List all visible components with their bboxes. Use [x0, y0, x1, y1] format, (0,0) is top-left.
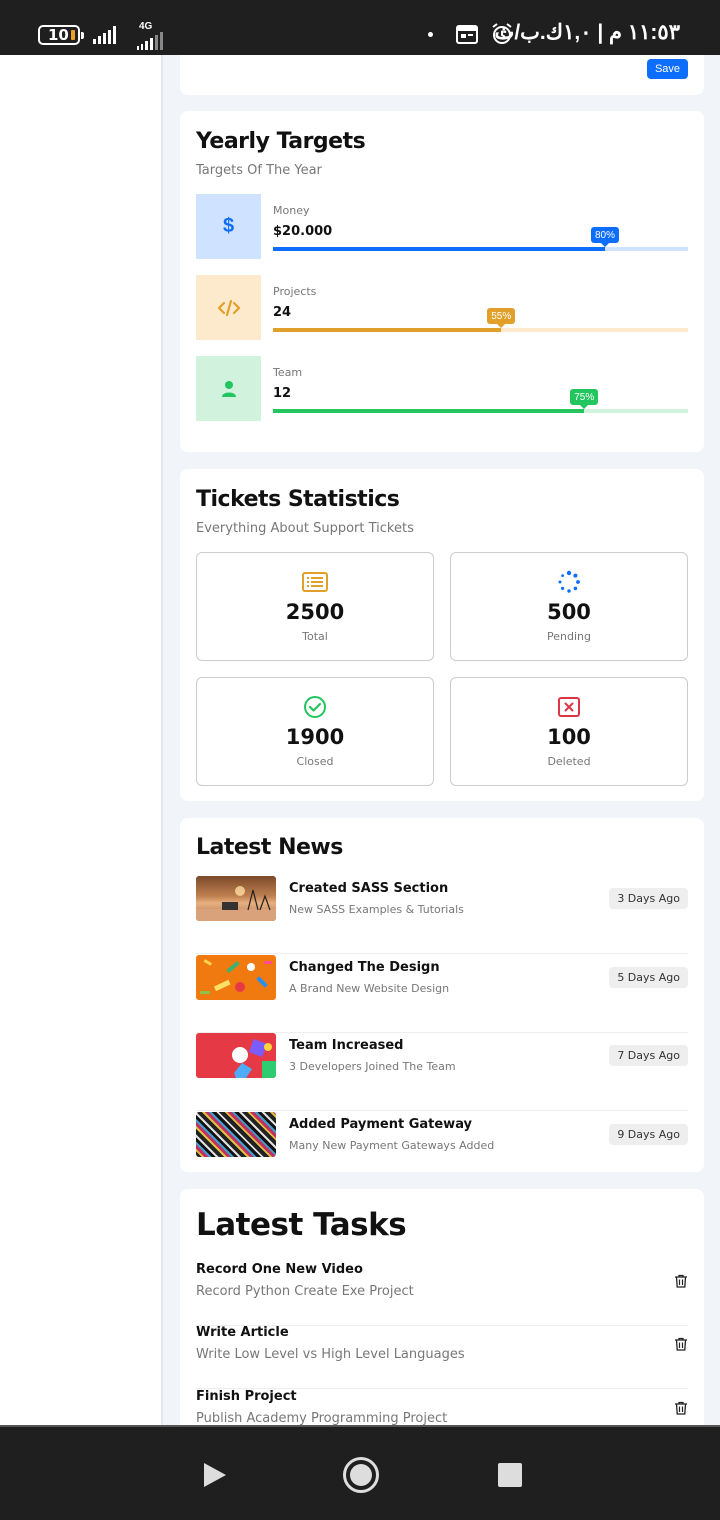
percent-badge: 55% [487, 308, 516, 328]
x-square-icon [556, 694, 582, 720]
battery-icon: 10 [38, 25, 84, 45]
ticket-label: Closed [296, 755, 334, 768]
news-description: Many New Payment Gateways Added [289, 1139, 495, 1152]
news-date-badge: 7 Days Ago [609, 1045, 688, 1066]
news-description: 3 Developers Joined The Team [289, 1060, 456, 1073]
news-title: Changed The Design [289, 960, 440, 975]
news-thumbnail [196, 955, 276, 1000]
status-bar: 10 4G ١١:٥٣ م | ١,٠ك.ب/ث [0, 0, 720, 55]
news-title: Created SASS Section [289, 881, 449, 896]
sidebar-panel [0, 55, 163, 1425]
signal-4g-icon [137, 30, 163, 50]
ticket-label: Total [302, 630, 328, 643]
news-item[interactable]: Changed The Design A Brand New Website D… [196, 955, 688, 1033]
ticket-stat-pending: 500 Pending [450, 552, 688, 661]
card-title: Latest Tasks [196, 1207, 407, 1243]
latest-news-card: Latest News Created SASS Section New SAS… [180, 818, 704, 1172]
trash-icon[interactable] [674, 1401, 688, 1415]
news-thumbnail [196, 1112, 276, 1157]
target-row-money: $ Money $20.000 80% [196, 194, 688, 259]
ticket-label: Pending [547, 630, 591, 643]
news-title: Added Payment Gateway [289, 1117, 473, 1132]
news-title: Team Increased [289, 1038, 404, 1053]
progress-track: 75% [273, 389, 688, 413]
target-row-team: Team 12 75% [196, 356, 688, 421]
card-title: Tickets Statistics [196, 487, 400, 512]
task-title: Write Article [196, 1325, 289, 1340]
task-item: Record One New Video Record Python Creat… [196, 1262, 688, 1326]
settings-card: Save [180, 55, 704, 95]
user-icon [221, 380, 236, 397]
progress-fill [273, 328, 502, 332]
calendar-icon [456, 25, 478, 44]
recent-apps-button[interactable] [498, 1463, 522, 1487]
task-description: Publish Academy Programming Project [196, 1411, 448, 1425]
check-circle-icon [302, 694, 328, 720]
ticket-label: Deleted [547, 755, 591, 768]
task-item: Finish Project Publish Academy Programmi… [196, 1389, 688, 1425]
spinner-icon [556, 569, 582, 595]
card-title: Yearly Targets [196, 129, 366, 154]
percent-badge: 75% [570, 389, 599, 409]
ticket-stat-total: 2500 Total [196, 552, 434, 661]
target-label: Team [273, 366, 303, 379]
ticket-number: 2500 [285, 600, 345, 624]
card-subtitle: Everything About Support Tickets [196, 521, 414, 536]
dollar-icon: $ [222, 215, 235, 237]
progress-fill [273, 247, 605, 251]
task-title: Finish Project [196, 1389, 297, 1404]
tickets-statistics-card: Tickets Statistics Everything About Supp… [180, 469, 704, 801]
target-row-projects: Projects 24 55% [196, 275, 688, 340]
news-date-badge: 5 Days Ago [609, 967, 688, 988]
ticket-number: 500 [547, 600, 591, 624]
card-subtitle: Targets Of The Year [196, 163, 322, 178]
notification-dot [428, 32, 433, 37]
home-button[interactable] [343, 1457, 379, 1493]
ticket-stat-closed: 1900 Closed [196, 677, 434, 786]
ticket-stat-deleted: 100 Deleted [450, 677, 688, 786]
task-item: Write Article Write Low Level vs High Le… [196, 1325, 688, 1389]
back-icon[interactable] [203, 1462, 227, 1488]
target-label: Projects [273, 285, 317, 298]
news-date-badge: 9 Days Ago [609, 1124, 688, 1145]
news-description: A Brand New Website Design [289, 982, 450, 995]
progress-track: 80% [273, 227, 688, 251]
news-item[interactable]: Created SASS Section New SASS Examples &… [196, 876, 688, 954]
target-label: Money [273, 204, 310, 217]
news-item[interactable]: Team Increased 3 Developers Joined The T… [196, 1033, 688, 1111]
news-description: New SASS Examples & Tutorials [289, 903, 464, 916]
target-value: $20.000 [273, 224, 333, 239]
target-icon-box [196, 275, 261, 340]
ticket-number: 100 [547, 725, 591, 749]
target-icon-box [196, 356, 261, 421]
trash-icon[interactable] [674, 1337, 688, 1351]
target-value: 12 [273, 386, 292, 401]
status-time: ١١:٥٣ م | ١,٠ك.ب/ث [494, 21, 680, 44]
progress-track: 55% [273, 308, 688, 332]
list-icon [302, 569, 328, 595]
task-description: Write Low Level vs High Level Languages [196, 1347, 465, 1362]
target-value: 24 [273, 305, 292, 320]
percent-badge: 80% [590, 227, 620, 247]
news-thumbnail [196, 876, 276, 921]
latest-tasks-card: Latest Tasks Record One New Video Record… [180, 1189, 704, 1425]
news-thumbnail [196, 1033, 276, 1078]
system-navigation-bar [0, 1425, 720, 1520]
code-icon [217, 299, 240, 316]
battery-level: 10 [48, 26, 69, 44]
progress-fill [273, 409, 585, 413]
task-title: Record One New Video [196, 1262, 363, 1277]
save-button[interactable]: Save [647, 59, 688, 79]
trash-icon[interactable] [674, 1274, 688, 1288]
news-item[interactable]: Added Payment Gateway Many New Payment G… [196, 1112, 688, 1190]
ticket-number: 1900 [285, 725, 345, 749]
news-date-badge: 3 Days Ago [609, 888, 688, 909]
card-title: Latest News [196, 835, 343, 860]
task-description: Record Python Create Exe Project [196, 1284, 414, 1299]
signal-icon [93, 24, 116, 44]
target-icon-box: $ [196, 194, 261, 259]
yearly-targets-card: Yearly Targets Targets Of The Year $ Mon… [180, 111, 704, 452]
